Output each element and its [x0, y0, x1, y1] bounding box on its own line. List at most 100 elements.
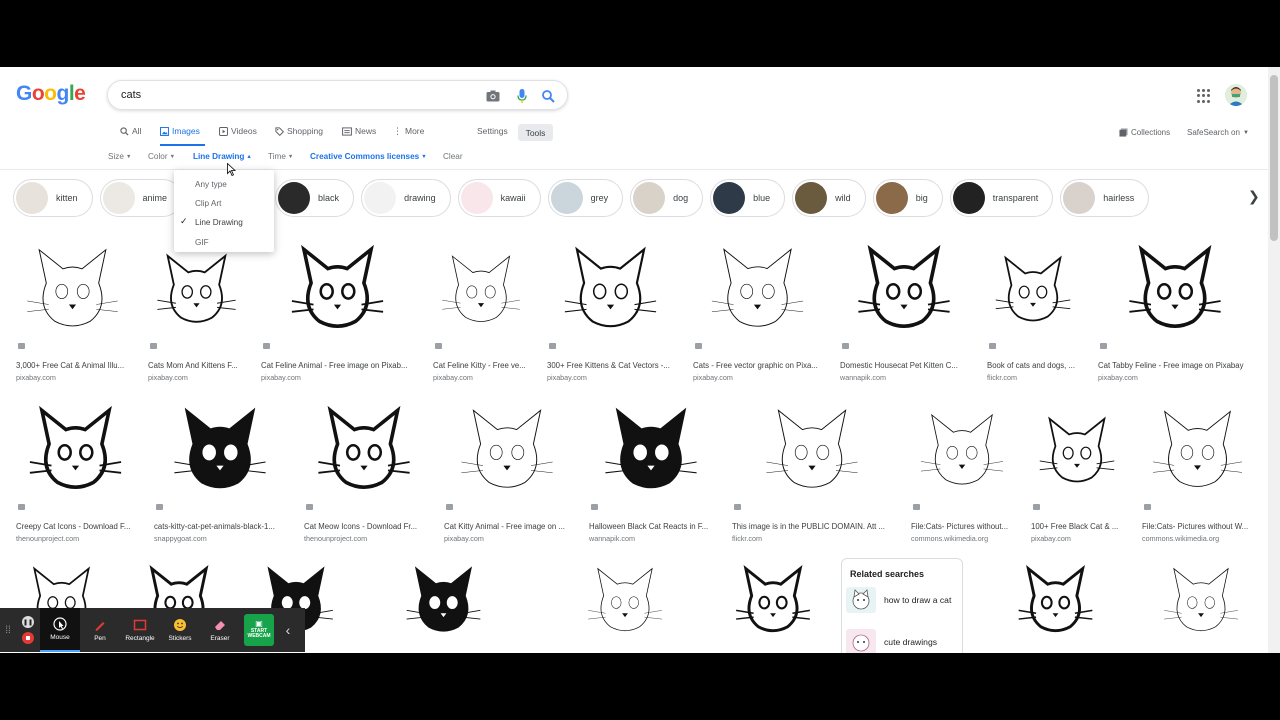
result-title[interactable]: Domestic Housecat Pet Kitten C...	[840, 361, 982, 370]
result-thumbnail[interactable]	[13, 396, 138, 516]
result-title[interactable]: Halloween Black Cat Reacts in F...	[589, 522, 727, 531]
result-thumbnail[interactable]	[1147, 557, 1255, 653]
search-input[interactable]: cats	[121, 89, 141, 101]
chip-thumbnail	[278, 182, 311, 214]
suggestion-chip[interactable]: blue	[710, 179, 786, 217]
result-thumbnail[interactable]	[13, 235, 132, 355]
page-scrollbar[interactable]	[1268, 67, 1280, 653]
result-thumbnail[interactable]	[1095, 235, 1255, 355]
result-title[interactable]: cats-kitty-cat-pet-animals-black-1...	[154, 522, 300, 531]
result-title[interactable]: Cat Kitty Animal - Free image on ...	[444, 522, 584, 531]
result-thumbnail[interactable]	[145, 235, 248, 355]
clear-filters-link[interactable]: Clear	[443, 152, 463, 161]
camera-icon[interactable]	[484, 87, 502, 105]
drag-handle-icon[interactable]: ⁞⁞	[0, 608, 16, 652]
stickers-tool-button[interactable]: Stickers	[160, 608, 200, 652]
result-title[interactable]: Creepy Cat Icons - Download F...	[16, 522, 149, 531]
tab-shopping[interactable]: Shopping	[275, 126, 323, 136]
result-title[interactable]: Cat Tabby Feline - Free image on Pixabay	[1098, 361, 1266, 370]
result-title[interactable]: Book of cats and dogs, ...	[987, 361, 1093, 370]
related-search-item[interactable]: how to draw a cat	[846, 587, 951, 613]
eraser-tool-button[interactable]: Eraser	[200, 608, 240, 652]
suggestion-chip[interactable]: transparent	[949, 179, 1054, 217]
result-thumbnail[interactable]	[718, 557, 828, 653]
result-title[interactable]: Cats - Free vector graphic on Pixa...	[693, 361, 836, 370]
avatar[interactable]	[1225, 84, 1247, 106]
result-thumbnail[interactable]	[984, 235, 1082, 355]
suggestion-chip[interactable]: wild	[792, 179, 866, 217]
tab-news[interactable]: News	[342, 126, 376, 136]
tab-more[interactable]: ⋮ More	[393, 126, 424, 136]
dropdown-option-gif[interactable]: GIF	[195, 238, 209, 247]
result-thumbnail[interactable]	[430, 235, 532, 355]
search-icon[interactable]	[539, 87, 557, 105]
result-thumbnail[interactable]	[976, 557, 1135, 653]
result-title[interactable]: This image is in the PUBLIC DOMAIN. Att …	[732, 522, 906, 531]
result-thumbnail[interactable]	[544, 557, 706, 653]
suggestion-chip[interactable]: anime	[99, 179, 183, 217]
filter-type[interactable]: Line Drawing ▲	[193, 152, 252, 161]
result-title[interactable]: File:Cats- Pictures without W...	[1142, 522, 1267, 531]
chip-thumbnail	[875, 182, 908, 214]
tab-videos[interactable]: Videos	[219, 126, 257, 136]
search-box[interactable]: cats	[107, 80, 568, 110]
result-title[interactable]: 100+ Free Black Cat & ...	[1031, 522, 1137, 531]
pen-tool-button[interactable]: Pen	[80, 608, 120, 652]
suggestion-chip[interactable]: drawing	[361, 179, 451, 217]
result-title[interactable]: 300+ Free Kittens & Cat Vectors -...	[547, 361, 688, 370]
start-webcam-button[interactable]: ▣ START WEBCAM	[244, 614, 274, 646]
rectangle-tool-button[interactable]: Rectangle	[120, 608, 160, 652]
dropdown-option-clip-art[interactable]: Clip Art	[195, 199, 221, 208]
suggestion-chip[interactable]: hairless	[1060, 179, 1150, 217]
scrollbar-thumb[interactable]	[1270, 75, 1278, 241]
result-title[interactable]: Cat Meow Icons - Download Fr...	[304, 522, 438, 531]
related-search-item[interactable]: cute drawings	[846, 629, 937, 653]
filter-size[interactable]: Size ▼	[108, 152, 131, 161]
result-thumbnail[interactable]	[151, 396, 289, 516]
apps-grid-icon[interactable]	[1197, 89, 1211, 103]
result-thumbnail[interactable]	[729, 396, 895, 516]
dropdown-option-line-drawing[interactable]: Line Drawing	[195, 218, 243, 227]
tab-images[interactable]: Images	[160, 126, 200, 136]
result-thumbnail[interactable]	[908, 396, 1016, 516]
google-logo[interactable]: Google	[16, 82, 86, 106]
result-thumbnail[interactable]	[301, 396, 427, 516]
result-thumbnail[interactable]	[544, 235, 677, 355]
result-title[interactable]: 3,000+ Free Cat & Animal Illu...	[16, 361, 143, 370]
microphone-icon[interactable]	[513, 87, 531, 105]
tab-all[interactable]: All	[120, 126, 141, 136]
suggestion-chip[interactable]: grey	[547, 179, 624, 217]
chevron-right-icon[interactable]: ❯	[1248, 188, 1260, 205]
result-thumbnail[interactable]	[441, 396, 573, 516]
dropdown-option-any-type[interactable]: Any type	[195, 180, 227, 189]
result-thumbnail[interactable]	[586, 396, 716, 516]
image-type-badge-icon	[549, 343, 556, 349]
filter-license[interactable]: Creative Commons licenses ▼	[310, 152, 427, 161]
safesearch-toggle[interactable]: SafeSearch on ▼	[1187, 128, 1249, 137]
result-thumbnail[interactable]	[357, 557, 530, 653]
suggestion-chip[interactable]: big	[872, 179, 943, 217]
result-title[interactable]: Cats Mom And Kittens F...	[148, 361, 259, 370]
settings-link[interactable]: Settings	[477, 126, 508, 136]
suggestion-chip[interactable]: kitten	[13, 179, 93, 217]
pause-icon[interactable]: ❚❚	[22, 616, 34, 628]
stop-icon[interactable]	[22, 632, 34, 644]
result-thumbnail[interactable]	[258, 235, 417, 355]
tools-button[interactable]: Tools	[518, 124, 553, 141]
suggestion-chip[interactable]: black	[275, 179, 355, 217]
result-source: pixabay.com	[261, 373, 301, 382]
filter-time[interactable]: Time ▼	[268, 152, 293, 161]
result-thumbnail[interactable]	[1139, 396, 1256, 516]
collections-link[interactable]: Collections	[1119, 128, 1170, 137]
result-thumbnail[interactable]	[1028, 396, 1126, 516]
result-thumbnail[interactable]	[837, 235, 971, 355]
filter-color[interactable]: Color ▼	[148, 152, 175, 161]
result-title[interactable]: File:Cats- Pictures without...	[911, 522, 1027, 531]
result-thumbnail[interactable]	[690, 235, 825, 355]
suggestion-chip[interactable]: kawaii	[457, 179, 541, 217]
result-title[interactable]: Cat Feline Kitty - Free ve...	[433, 361, 543, 370]
result-title[interactable]: Cat Feline Animal - Free image on Pixab.…	[261, 361, 428, 370]
suggestion-chip[interactable]: dog	[630, 179, 704, 217]
collapse-toolbar-chevron-icon[interactable]: ‹	[278, 608, 298, 652]
mouse-tool-button[interactable]: Mouse	[40, 608, 80, 652]
